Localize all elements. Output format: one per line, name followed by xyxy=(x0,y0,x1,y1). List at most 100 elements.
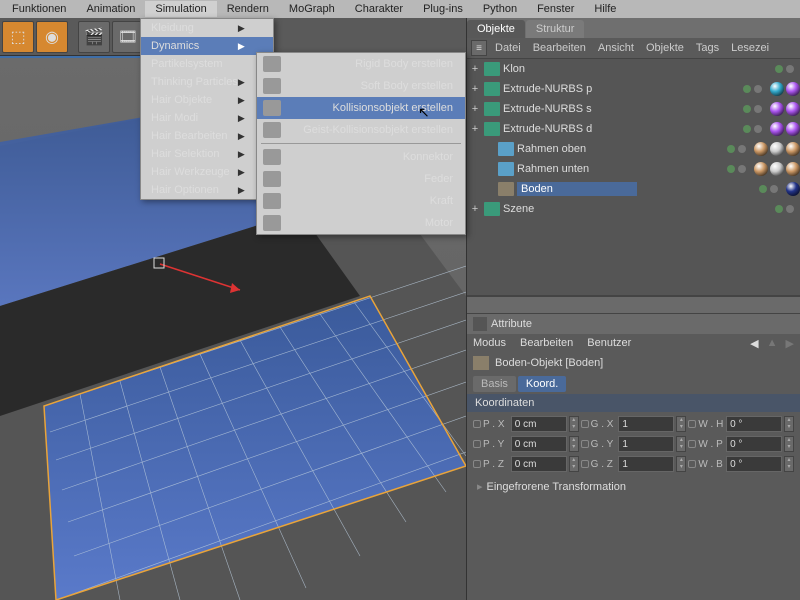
tool-button[interactable]: 🎬 xyxy=(78,21,110,53)
attr-tabs: BasisKoord. xyxy=(467,374,800,394)
coord-input[interactable] xyxy=(618,416,674,432)
panel-menu-item[interactable]: Bearbeiten xyxy=(527,42,592,54)
expand-icon[interactable]: + xyxy=(469,203,481,215)
tree-label[interactable]: Klon xyxy=(503,63,623,75)
panel-menu-item[interactable]: Lesezei xyxy=(725,42,775,54)
spinner[interactable]: ▴▾ xyxy=(784,416,794,432)
submenu-item[interactable]: Motor xyxy=(257,212,465,234)
menu-funktionen[interactable]: Funktionen xyxy=(2,1,76,17)
submenu-item[interactable]: Hair Selektion▶ xyxy=(141,145,273,163)
submenu-item[interactable]: Kleidung▶ xyxy=(141,19,273,37)
submenu-item[interactable]: Hair Optionen▶ xyxy=(141,181,273,199)
coord-input[interactable] xyxy=(726,456,782,472)
object-icon xyxy=(484,202,500,216)
tree-row[interactable]: + Szene xyxy=(467,199,800,219)
coord-input[interactable] xyxy=(726,416,782,432)
tree-label[interactable]: Extrude-NURBS d xyxy=(503,123,623,135)
attr-tab[interactable]: Basis xyxy=(473,376,516,392)
expand-icon[interactable]: + xyxy=(469,123,481,135)
attr-menu-item[interactable]: Modus xyxy=(473,337,506,349)
spinner[interactable]: ▴▾ xyxy=(784,436,794,452)
spinner[interactable]: ▴▾ xyxy=(676,436,686,452)
tree-label[interactable]: Extrude-NURBS p xyxy=(503,83,623,95)
tool-button[interactable]: ◉ xyxy=(36,21,68,53)
tree-label[interactable]: Extrude-NURBS s xyxy=(503,103,623,115)
tree-row[interactable]: + Extrude-NURBS p xyxy=(467,79,800,99)
attr-menu-item[interactable]: Benutzer xyxy=(587,337,631,349)
coord-input[interactable] xyxy=(511,416,567,432)
spinner[interactable]: ▴▾ xyxy=(569,416,579,432)
nav-up-icon[interactable]: ▲ xyxy=(767,337,778,350)
coord-label: W . B xyxy=(688,459,724,470)
tab-structure[interactable]: Struktur xyxy=(526,20,585,38)
tree-row[interactable]: + Extrude-NURBS d xyxy=(467,119,800,139)
submenu-item[interactable]: Partikelsystem xyxy=(141,55,273,73)
hamburger-icon[interactable]: ≡ xyxy=(471,40,487,56)
object-tree[interactable]: + Klon + Extrude-NURBS p + Extrude-NURBS s + Ex… xyxy=(467,58,800,296)
coord-label: P . Z xyxy=(473,459,509,470)
frozen-transform-row[interactable]: ▸Eingefrorene Transformation xyxy=(467,476,800,497)
menu-hilfe[interactable]: Hilfe xyxy=(584,1,626,17)
coord-input[interactable] xyxy=(726,436,782,452)
attr-menu-item[interactable]: Bearbeiten xyxy=(520,337,573,349)
menu-charakter[interactable]: Charakter xyxy=(345,1,413,17)
tool-button[interactable]: ⬚ xyxy=(2,21,34,53)
menu-rendern[interactable]: Rendern xyxy=(217,1,279,17)
spinner[interactable]: ▴▾ xyxy=(569,436,579,452)
panel-divider[interactable] xyxy=(467,296,800,314)
hamburger-icon[interactable] xyxy=(473,317,487,331)
tree-row[interactable]: + Extrude-NURBS s xyxy=(467,99,800,119)
objects-toolbar: ≡ DateiBearbeitenAnsichtObjekteTagsLesez… xyxy=(467,38,800,58)
submenu-item[interactable]: Kraft xyxy=(257,190,465,212)
spinner[interactable]: ▴▾ xyxy=(676,416,686,432)
tree-row[interactable]: Rahmen unten xyxy=(467,159,800,179)
tree-label[interactable]: Boden xyxy=(517,182,637,196)
spinner[interactable]: ▴▾ xyxy=(784,456,794,472)
coord-input[interactable] xyxy=(618,456,674,472)
expand-icon[interactable]: + xyxy=(469,103,481,115)
submenu-item[interactable]: Hair Bearbeiten▶ xyxy=(141,127,273,145)
menu-animation[interactable]: Animation xyxy=(76,1,145,17)
submenu-item[interactable]: Hair Objekte▶ xyxy=(141,91,273,109)
object-icon xyxy=(498,182,514,196)
submenu-item[interactable]: Rigid Body erstellen xyxy=(257,53,465,75)
expand-icon[interactable]: + xyxy=(469,63,481,75)
coord-input[interactable] xyxy=(618,436,674,452)
coord-input[interactable] xyxy=(511,436,567,452)
submenu-item[interactable]: Konnektor xyxy=(257,146,465,168)
submenu-item[interactable]: Soft Body erstellen xyxy=(257,75,465,97)
tree-label[interactable]: Szene xyxy=(503,203,623,215)
submenu-item[interactable]: Kollisionsobjekt erstellen xyxy=(257,97,465,119)
menu-fenster[interactable]: Fenster xyxy=(527,1,584,17)
spinner[interactable]: ▴▾ xyxy=(676,456,686,472)
expand-icon[interactable]: + xyxy=(469,83,481,95)
tree-label[interactable]: Rahmen oben xyxy=(517,143,637,155)
submenu-item[interactable]: Feder xyxy=(257,168,465,190)
panel-menu-item[interactable]: Objekte xyxy=(640,42,690,54)
attr-tab[interactable]: Koord. xyxy=(518,376,566,392)
panel-menu-item[interactable]: Datei xyxy=(489,42,527,54)
submenu-item[interactable]: Hair Werkzeuge▶ xyxy=(141,163,273,181)
coord-input[interactable] xyxy=(511,456,567,472)
coord-label: W . P xyxy=(688,439,724,450)
dynamics-submenu: Rigid Body erstellenSoft Body erstellenK… xyxy=(256,52,466,235)
tree-row[interactable]: + Klon xyxy=(467,59,800,79)
menu-plug-ins[interactable]: Plug-ins xyxy=(413,1,473,17)
nav-next-icon[interactable]: ▶ xyxy=(786,337,794,350)
tab-objects[interactable]: Objekte xyxy=(467,20,525,38)
tree-row[interactable]: Rahmen oben xyxy=(467,139,800,159)
menu-simulation[interactable]: Simulation xyxy=(145,1,216,17)
tree-row[interactable]: Boden xyxy=(467,179,800,199)
menu-python[interactable]: Python xyxy=(473,1,527,17)
coord-label: G . Z xyxy=(581,459,617,470)
submenu-item[interactable]: Thinking Particles▶ xyxy=(141,73,273,91)
tree-label[interactable]: Rahmen unten xyxy=(517,163,637,175)
panel-menu-item[interactable]: Ansicht xyxy=(592,42,640,54)
submenu-item[interactable]: Hair Modi▶ xyxy=(141,109,273,127)
menu-mograph[interactable]: MoGraph xyxy=(279,1,345,17)
nav-prev-icon[interactable]: ◀ xyxy=(750,337,758,350)
panel-menu-item[interactable]: Tags xyxy=(690,42,725,54)
submenu-item[interactable]: Geist-Kollisionsobjekt erstellen xyxy=(257,119,465,141)
submenu-item[interactable]: Dynamics▶ xyxy=(141,37,273,55)
spinner[interactable]: ▴▾ xyxy=(569,456,579,472)
